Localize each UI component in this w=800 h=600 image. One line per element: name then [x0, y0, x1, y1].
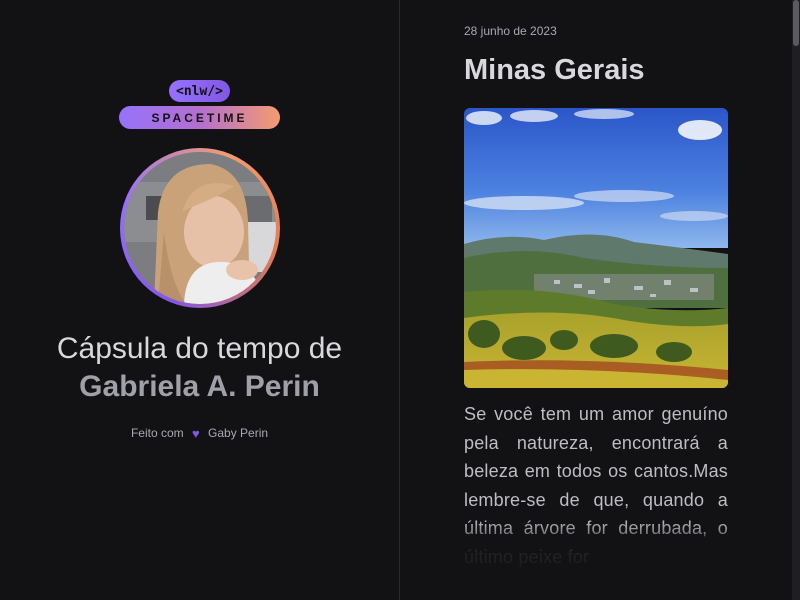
memory-feed[interactable]: 28 junho de 2023 Minas Gerais Se você te… [400, 0, 792, 600]
nlw-spacetime-logo: <nlw/> SPACETIME [119, 80, 280, 130]
avatar[interactable] [120, 148, 280, 308]
credit-prefix: Feito com [130, 426, 184, 440]
avatar-photo [124, 152, 276, 304]
credit-author[interactable]: Gaby Perin [208, 426, 268, 440]
footer-credit: Feito com ♥ Gaby Perin [0, 426, 399, 441]
scrollbar[interactable] [792, 0, 800, 600]
memory-date: 28 junho de 2023 [464, 24, 557, 38]
memory-title: Minas Gerais [464, 54, 645, 86]
logo-tag: <nlw/> [169, 80, 230, 102]
logo-wordmark: SPACETIME [119, 106, 280, 129]
capsule-title-line1: Cápsula do tempo de [56, 332, 343, 365]
capsule-owner-name: Gabriela A. Perin [79, 370, 320, 403]
profile-panel: <nlw/> SPACETIME Cápsula do tempo de Gab… [0, 0, 399, 600]
content-fade [400, 520, 792, 600]
memory-photo [464, 108, 728, 388]
capsule-title: Cápsula do tempo de Gabriela A. Perin [0, 330, 399, 406]
heart-icon: ♥ [191, 426, 200, 442]
scrollbar-thumb[interactable] [793, 0, 799, 46]
